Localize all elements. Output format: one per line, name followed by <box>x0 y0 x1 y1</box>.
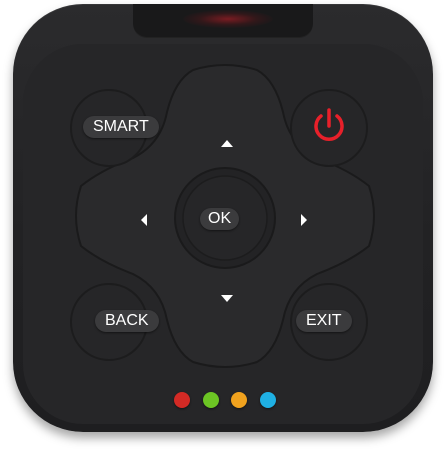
smart-button[interactable]: SMART <box>83 116 159 138</box>
blue-button[interactable] <box>260 392 276 408</box>
power-icon <box>314 108 344 141</box>
arrow-up-icon[interactable] <box>221 140 233 147</box>
back-button[interactable]: BACK <box>95 310 159 332</box>
ok-button[interactable]: OK <box>200 208 240 230</box>
arrow-left-icon[interactable] <box>141 214 147 226</box>
red-button[interactable] <box>174 392 190 408</box>
arrow-down-icon[interactable] <box>221 295 233 302</box>
power-button[interactable] <box>300 98 358 156</box>
arrow-right-icon[interactable] <box>301 214 307 226</box>
yellow-button[interactable] <box>231 392 247 408</box>
green-button[interactable] <box>203 392 219 408</box>
exit-button[interactable]: EXIT <box>296 310 352 332</box>
